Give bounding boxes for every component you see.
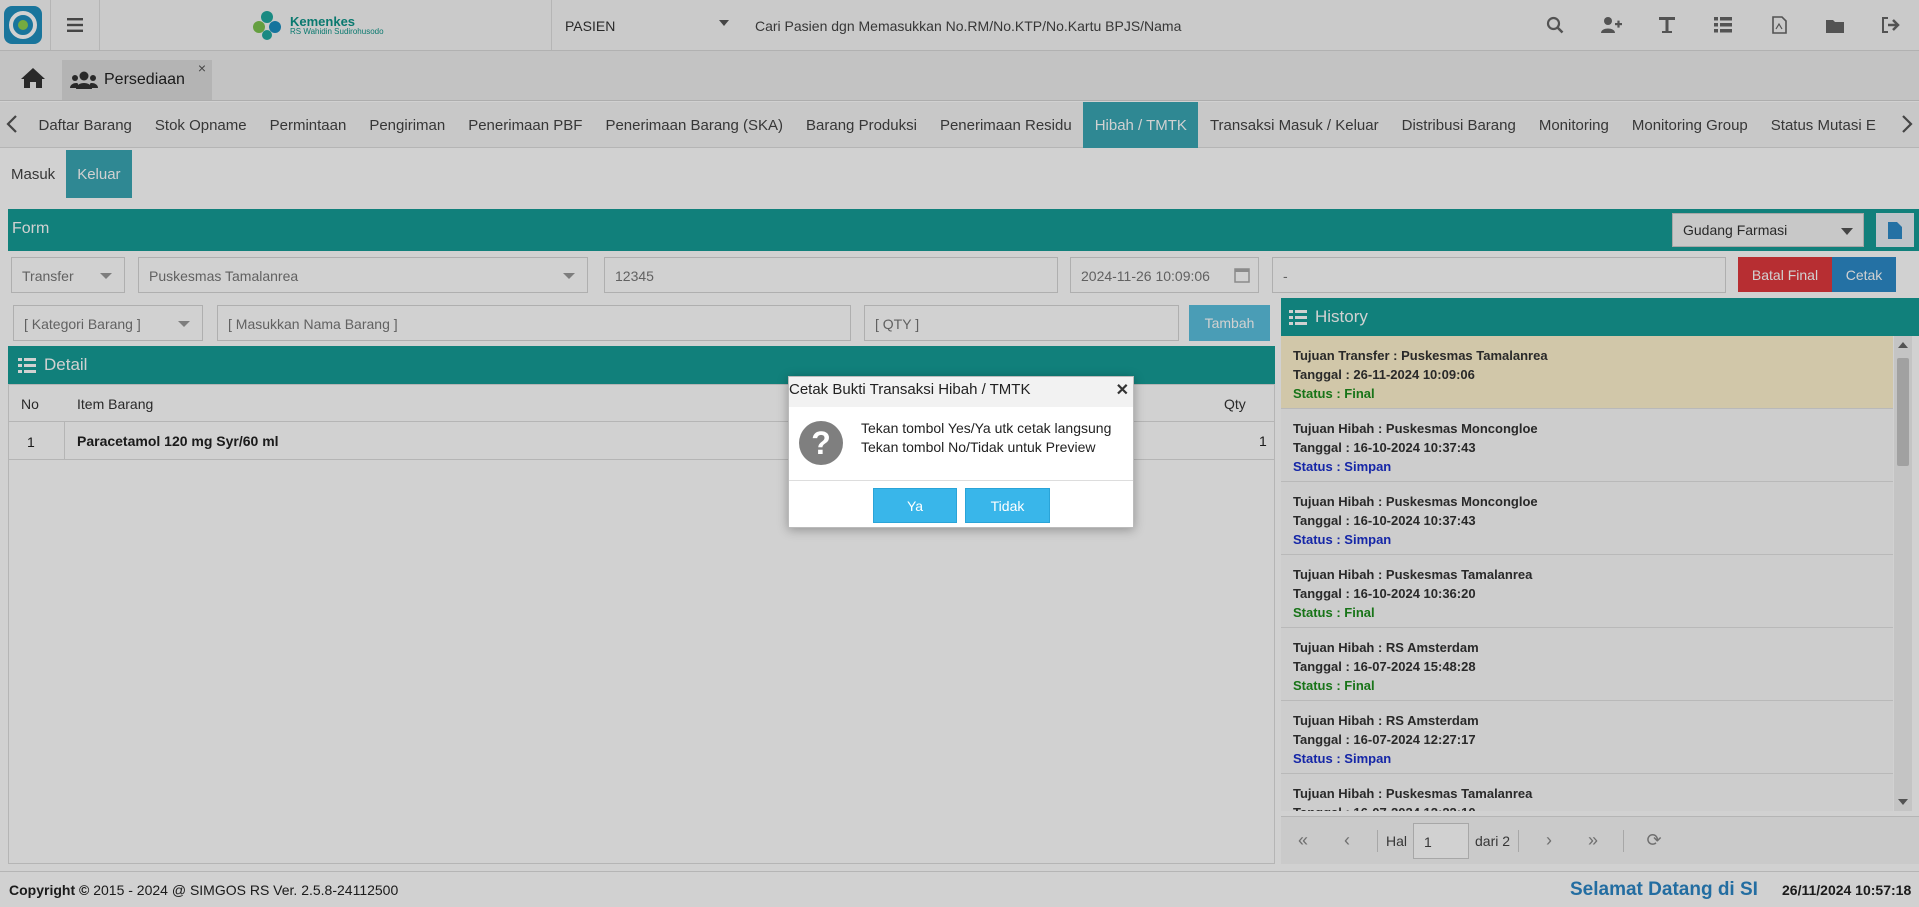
dialog-title: Cetak Bukti Transaksi Hibah / TMTK xyxy=(789,381,1031,398)
question-icon: ? xyxy=(799,421,843,465)
dialog-title-bar: Cetak Bukti Transaksi Hibah / TMTK ✕ xyxy=(789,377,1133,407)
tidak-button[interactable]: Tidak xyxy=(965,488,1050,523)
dialog-message: Tekan tombol Yes/Ya utk cetak langsung T… xyxy=(861,419,1111,457)
dialog-footer: Ya Tidak xyxy=(789,480,1133,528)
print-dialog: Cetak Bukti Transaksi Hibah / TMTK ✕ ? T… xyxy=(788,376,1134,528)
dialog-body: ? Tekan tombol Yes/Ya utk cetak langsung… xyxy=(789,407,1133,479)
close-icon[interactable]: ✕ xyxy=(1116,380,1129,400)
dialog-line-2: Tekan tombol No/Tidak untuk Preview xyxy=(861,439,1096,455)
ya-button[interactable]: Ya xyxy=(873,488,957,523)
dialog-line-1: Tekan tombol Yes/Ya utk cetak langsung xyxy=(861,420,1112,436)
